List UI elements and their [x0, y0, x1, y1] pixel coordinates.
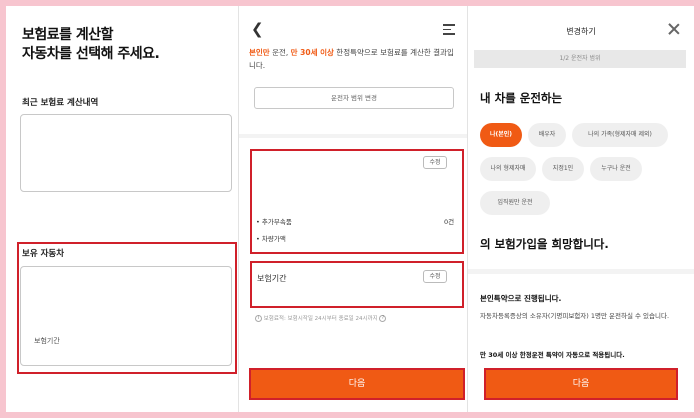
notice-age: 만 30세 이상 [290, 48, 334, 57]
step-indicator: 1/2 운전자 범위 [474, 50, 686, 68]
close-icon[interactable] [668, 23, 680, 35]
chip-anyone[interactable]: 누구나 운전 [590, 157, 642, 181]
title-line-1: 보험료를 계산할 [22, 27, 114, 43]
chip-self[interactable]: 나(본인) [480, 123, 522, 147]
owned-car-highlight [17, 242, 237, 374]
recent-history-box[interactable] [20, 114, 232, 192]
period-highlight [250, 261, 464, 308]
back-arrow-icon[interactable]: ❮ [251, 20, 264, 38]
car-edit-button[interactable]: 수정 [423, 156, 447, 169]
proceed-title: 본인특약으로 진행됩니다. [480, 294, 562, 303]
period-title: 보험기간 [257, 274, 287, 283]
chip-employees-only[interactable]: 임직원만 운전 [480, 191, 550, 215]
extra-parts-count: 0건 [444, 218, 455, 226]
proceed-description: 자동차등록증상의 소유자(기명피보험자) 1명만 운전하실 수 있습니다. [480, 312, 670, 320]
period-info-text: 보험료적: 보험시작일 24시부터 종료일 24시까지 [263, 316, 378, 322]
section-separator [239, 134, 467, 138]
help-icon[interactable]: ? [379, 315, 387, 322]
extra-parts-label: • 추가부속품 [256, 218, 292, 226]
next-button-highlight [249, 368, 465, 400]
modal-title: 변경하기 [566, 27, 596, 36]
section-separator [468, 269, 694, 274]
chip-siblings[interactable]: 나의 형제자매 [480, 157, 536, 181]
chip-designated-one[interactable]: 지정1인 [542, 157, 584, 181]
chip-family[interactable]: 나의 가족(형제자매 제외) [572, 123, 668, 147]
modal-next-highlight [484, 368, 678, 400]
period-edit-button[interactable]: 수정 [423, 270, 447, 283]
change-driver-scope-button[interactable]: 운전자 범위 변경 [254, 87, 454, 109]
title-line-2: 자동차를 선택해 주세요. [22, 46, 160, 62]
car-value-label: • 차량가액 [256, 235, 286, 243]
notice-driver-scope: 본인만 [249, 48, 270, 57]
age-restriction-text: 만 30세 이상 한정운전 특약이 자동으로 적용됩니다. [480, 351, 625, 359]
calculation-result-panel: ❮ 본인만 운전, 만 30세 이상 한정특약으로 보험료를 계산한 결과입니다… [239, 6, 467, 412]
chip-spouse[interactable]: 배우자 [528, 123, 566, 147]
info-icon: i [255, 315, 262, 322]
car-select-panel: 보험료를 계산할 자동차를 선택해 주세요. 최근 보험료 계산내역 보유 자동… [6, 6, 238, 412]
screenshot-frame: 보험료를 계산할 자동차를 선택해 주세요. 최근 보험료 계산내역 보유 자동… [6, 6, 694, 412]
hope-text: 의 보험가입을 희망합니다. [480, 237, 609, 251]
menu-icon[interactable] [443, 24, 455, 35]
result-notice: 본인만 운전, 만 30세 이상 한정특약으로 보험료를 계산한 결과입니다. [249, 46, 457, 72]
recent-history-label: 최근 보험료 계산내역 [22, 98, 99, 108]
change-driver-scope-panel: 변경하기 1/2 운전자 범위 내 차를 운전하는 나(본인) 배우자 나의 가… [468, 6, 694, 412]
period-info: i 보험료적: 보험시작일 24시부터 종료일 24시까지 ? [255, 314, 387, 322]
page-title: 보험료를 계산할 자동차를 선택해 주세요. [22, 26, 160, 64]
driver-question: 내 차를 운전하는 [480, 91, 563, 105]
notice-text-a: 운전, [269, 48, 291, 57]
